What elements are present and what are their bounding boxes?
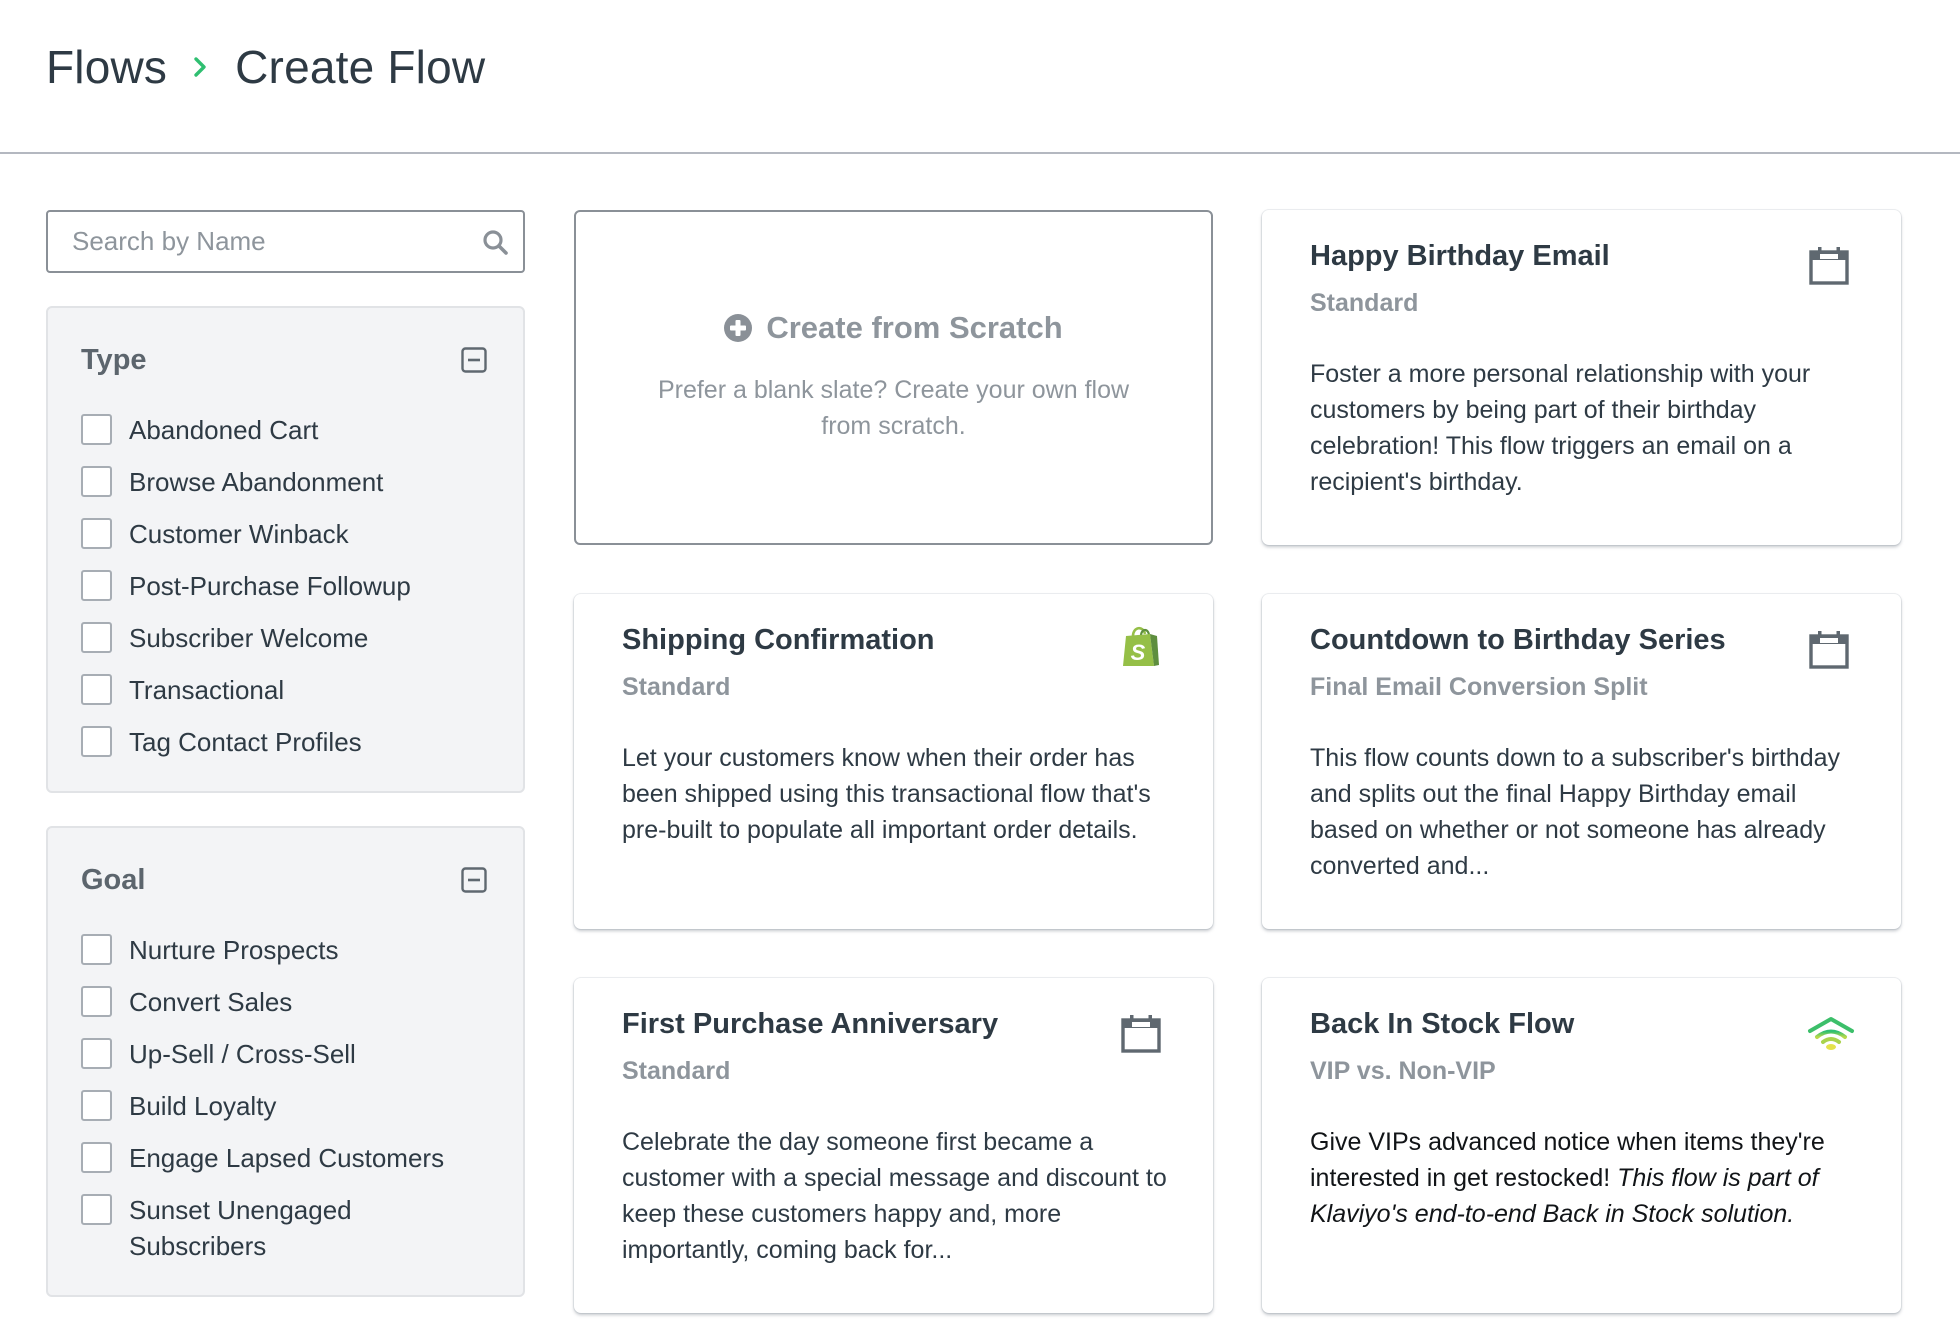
create-from-scratch-title: Create from Scratch — [766, 310, 1063, 345]
filter-option-build-loyalty[interactable]: Build Loyalty — [81, 1088, 503, 1140]
checkbox[interactable] — [81, 466, 112, 497]
filter-option-convert-sales[interactable]: Convert Sales — [81, 984, 503, 1036]
checkbox[interactable] — [81, 934, 112, 965]
flow-card-shipping-confirmation[interactable]: Shipping Confirmation Standard Let your … — [574, 594, 1213, 929]
plus-circle-icon — [724, 314, 766, 342]
filter-option-subscriber-welcome[interactable]: Subscriber Welcome — [81, 620, 503, 672]
checkbox[interactable] — [81, 622, 112, 653]
create-from-scratch-card[interactable]: Create from Scratch Prefer a blank slate… — [574, 210, 1213, 545]
breadcrumb: Flows Create Flow — [46, 40, 485, 94]
flow-card-happy-birthday-email[interactable]: Happy Birthday Email Standard Foster a m… — [1262, 210, 1901, 545]
card-description: Foster a more personal relationship with… — [1310, 360, 1811, 496]
calendar-icon — [1121, 1014, 1161, 1054]
search-box — [46, 210, 525, 273]
filter-option-up-sell-cross-sell[interactable]: Up-Sell / Cross-Sell — [81, 1036, 503, 1088]
calendar-icon — [1809, 630, 1849, 670]
card-description: Celebrate the day someone first became a… — [622, 1128, 1167, 1264]
chevron-right-icon — [193, 55, 207, 79]
checkbox[interactable] — [81, 1038, 112, 1069]
card-title: First Purchase Anniversary — [622, 1008, 999, 1040]
filter-option-customer-winback[interactable]: Customer Winback — [81, 516, 503, 568]
flow-card-first-purchase-anniversary[interactable]: First Purchase Anniversary Standard Cele… — [574, 978, 1213, 1313]
goal-filter-title: Goal — [81, 863, 146, 896]
flow-card-back-in-stock-flow[interactable]: Back In Stock Flow VIP vs. Non-VIP Give … — [1262, 978, 1901, 1313]
card-subtitle: Standard — [622, 1057, 731, 1085]
type-filter-options: Abandoned Cart Browse Abandonment Custom… — [81, 412, 503, 776]
checkbox[interactable] — [81, 1090, 112, 1121]
filter-option-nurture-prospects[interactable]: Nurture Prospects — [81, 932, 503, 984]
checkbox[interactable] — [81, 414, 112, 445]
collapse-minus-icon[interactable] — [461, 867, 487, 893]
collapse-minus-icon[interactable] — [461, 347, 487, 373]
card-subtitle: Standard — [622, 673, 731, 701]
checkbox[interactable] — [81, 570, 112, 601]
card-title: Countdown to Birthday Series — [1310, 624, 1726, 656]
flow-card-countdown-to-birthday-series[interactable]: Countdown to Birthday Series Final Email… — [1262, 594, 1901, 929]
page-header: Flows Create Flow — [0, 0, 1960, 154]
filter-option-abandoned-cart[interactable]: Abandoned Cart — [81, 412, 503, 464]
search-input[interactable] — [48, 212, 448, 271]
back-in-stock-signal-icon — [1807, 1016, 1855, 1052]
breadcrumb-flows-link[interactable]: Flows — [46, 40, 167, 94]
search-icon[interactable] — [481, 228, 509, 256]
checkbox[interactable] — [81, 986, 112, 1017]
type-filter-panel: Type Abandoned Cart Browse Abandonment C… — [46, 306, 525, 793]
checkbox[interactable] — [81, 674, 112, 705]
create-from-scratch-description: Prefer a blank slate? Create your own fl… — [657, 376, 1130, 440]
checkbox[interactable] — [81, 1194, 112, 1225]
card-description: Give VIPs advanced notice when items the… — [1310, 1124, 1857, 1232]
shopify-icon: S — [1121, 624, 1161, 666]
svg-text:S: S — [1131, 640, 1146, 665]
filter-option-sunset-unengaged-subscribers[interactable]: Sunset Unengaged Subscribers — [81, 1192, 503, 1264]
checkbox[interactable] — [81, 726, 112, 757]
checkbox[interactable] — [81, 1142, 112, 1173]
goal-filter-panel: Goal Nurture Prospects Convert Sales Up-… — [46, 826, 525, 1297]
filter-option-tag-contact-profiles[interactable]: Tag Contact Profiles — [81, 724, 503, 776]
card-subtitle: VIP vs. Non-VIP — [1310, 1057, 1496, 1085]
calendar-icon — [1809, 246, 1849, 286]
filter-option-engage-lapsed-customers[interactable]: Engage Lapsed Customers — [81, 1140, 503, 1192]
checkbox[interactable] — [81, 518, 112, 549]
card-description: Let your customers know when their order… — [622, 744, 1151, 844]
filter-option-browse-abandonment[interactable]: Browse Abandonment — [81, 464, 503, 516]
card-subtitle: Final Email Conversion Split — [1310, 673, 1648, 701]
page-title: Create Flow — [235, 41, 486, 93]
card-subtitle: Standard — [1310, 289, 1419, 317]
card-title: Shipping Confirmation — [622, 624, 935, 656]
goal-filter-options: Nurture Prospects Convert Sales Up-Sell … — [81, 932, 503, 1264]
card-title: Back In Stock Flow — [1310, 1008, 1575, 1040]
card-description: This flow counts down to a subscriber's … — [1310, 744, 1841, 880]
filter-option-post-purchase-followup[interactable]: Post-Purchase Followup — [81, 568, 503, 620]
type-filter-title: Type — [81, 343, 147, 376]
filter-option-transactional[interactable]: Transactional — [81, 672, 503, 724]
card-title: Happy Birthday Email — [1310, 240, 1610, 272]
